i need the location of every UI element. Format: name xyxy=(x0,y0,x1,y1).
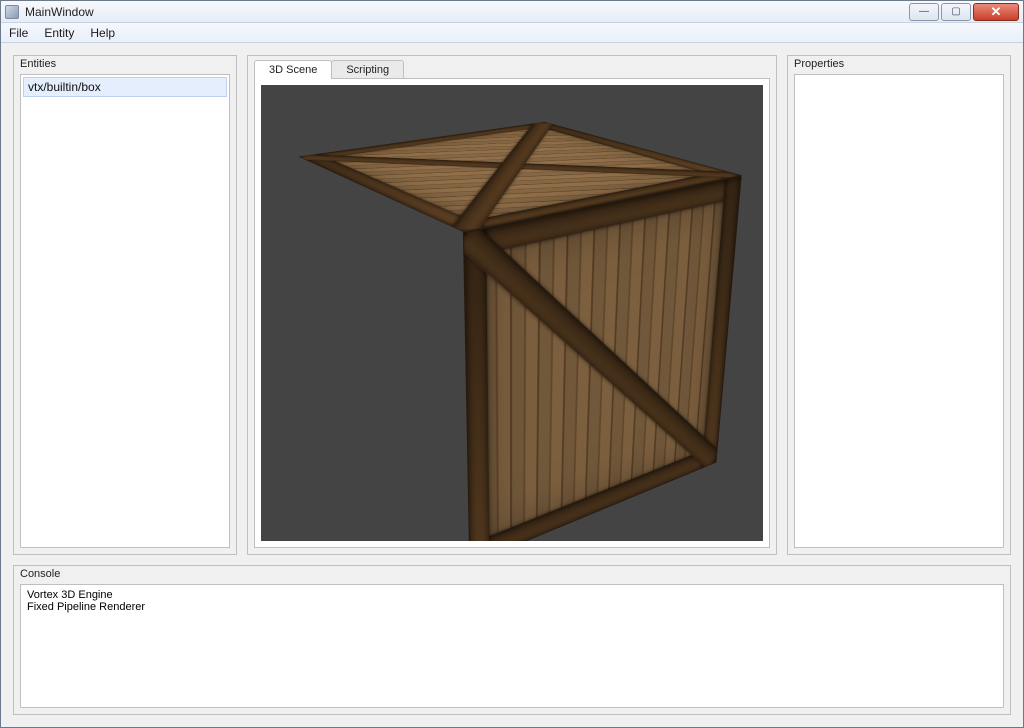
console-line: Vortex 3D Engine xyxy=(27,589,113,601)
title-bar: MainWindow — ▢ ✕ xyxy=(1,1,1023,23)
window-buttons: — ▢ ✕ xyxy=(907,3,1019,21)
console-panel-title: Console xyxy=(14,566,1010,584)
tab-bar: 3D Scene Scripting xyxy=(248,56,776,79)
entities-panel-title: Entities xyxy=(14,56,236,74)
console-output[interactable]: Vortex 3D Engine Fixed Pipeline Renderer xyxy=(20,584,1004,708)
menu-entity[interactable]: Entity xyxy=(36,23,82,42)
main-window: MainWindow — ▢ ✕ File Entity Help Entiti… xyxy=(0,0,1024,728)
console-line: Fixed Pipeline Renderer xyxy=(27,601,145,613)
entities-list[interactable]: vtx/builtin/box xyxy=(20,74,230,548)
menu-file[interactable]: File xyxy=(1,23,36,42)
menu-bar: File Entity Help xyxy=(1,23,1023,43)
tab-3d-scene[interactable]: 3D Scene xyxy=(254,60,332,79)
scene-3d xyxy=(261,85,763,541)
entity-list-item[interactable]: vtx/builtin/box xyxy=(23,77,227,97)
crate-face-front xyxy=(463,175,742,541)
properties-panel-title: Properties xyxy=(788,56,1010,74)
minimize-button[interactable]: — xyxy=(909,3,939,21)
client-area: Entities vtx/builtin/box 3D Scene Script… xyxy=(1,43,1023,727)
app-icon xyxy=(5,5,19,19)
entities-panel: Entities vtx/builtin/box xyxy=(13,55,237,555)
window-title: MainWindow xyxy=(25,5,907,19)
tab-scripting[interactable]: Scripting xyxy=(331,60,404,79)
properties-panel: Properties xyxy=(787,55,1011,555)
top-row: Entities vtx/builtin/box 3D Scene Script… xyxy=(13,55,1011,555)
console-panel: Console Vortex 3D Engine Fixed Pipeline … xyxy=(13,565,1011,715)
properties-body[interactable] xyxy=(794,74,1004,548)
menu-help[interactable]: Help xyxy=(82,23,123,42)
close-button[interactable]: ✕ xyxy=(973,3,1019,21)
crate-mesh xyxy=(370,146,632,489)
tab-content xyxy=(254,78,770,548)
viewport-3d[interactable] xyxy=(261,85,763,541)
maximize-button[interactable]: ▢ xyxy=(941,3,971,21)
center-panel: 3D Scene Scripting xyxy=(247,55,777,555)
